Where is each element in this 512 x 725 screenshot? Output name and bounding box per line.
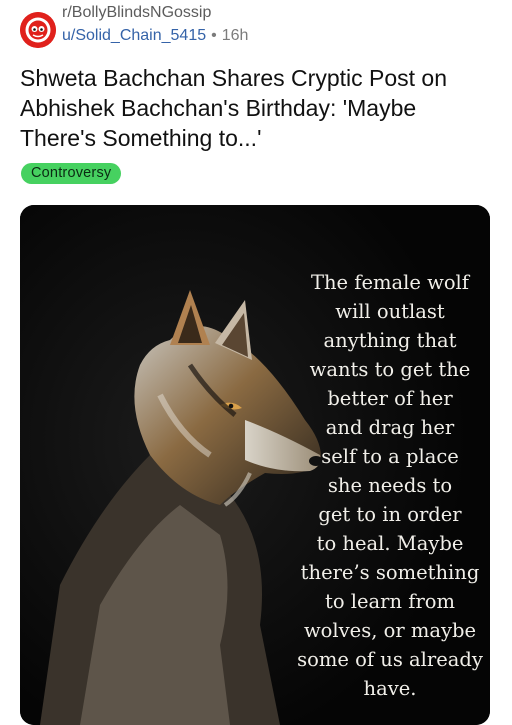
quote-line: self to a place — [321, 445, 459, 468]
post-title[interactable]: Shweta Bachchan Shares Cryptic Post on A… — [20, 63, 490, 153]
quote-line: have. — [363, 677, 417, 700]
quote-line: to heal. Maybe — [316, 532, 464, 555]
post-flair[interactable]: Controversy — [21, 163, 122, 184]
quote-line: she needs to — [327, 474, 453, 497]
quote-line: better of her — [327, 387, 453, 410]
meta-separator: • — [211, 27, 217, 44]
quote-line: to learn from — [324, 590, 456, 613]
subreddit-avatar-icon[interactable] — [20, 12, 56, 48]
quote-line: wants to get the — [309, 358, 471, 381]
quote-line: some of us already — [297, 648, 483, 671]
image-quote-text: The female wolf will outlast anything th… — [285, 268, 490, 703]
post-header: r/BollyBlindsNGossip u/Solid_Chain_5415 •… — [20, 4, 500, 48]
quote-line: get to in order — [318, 503, 462, 526]
post-meta: u/Solid_Chain_5415 • 16h — [62, 27, 248, 45]
author-link[interactable]: u/Solid_Chain_5415 — [62, 27, 206, 44]
subreddit-link[interactable]: r/BollyBlindsNGossip — [62, 4, 211, 22]
quote-line: The female wolf — [310, 271, 470, 294]
quote-line: anything that — [323, 329, 457, 352]
quote-line: will outlast — [335, 300, 445, 323]
quote-line: wolves, or maybe — [303, 619, 477, 642]
quote-line: there’s something — [300, 561, 480, 584]
post-age: 16h — [221, 27, 249, 44]
post-image[interactable]: The female wolf will outlast anything th… — [20, 205, 490, 725]
quote-line: and drag her — [325, 416, 455, 439]
